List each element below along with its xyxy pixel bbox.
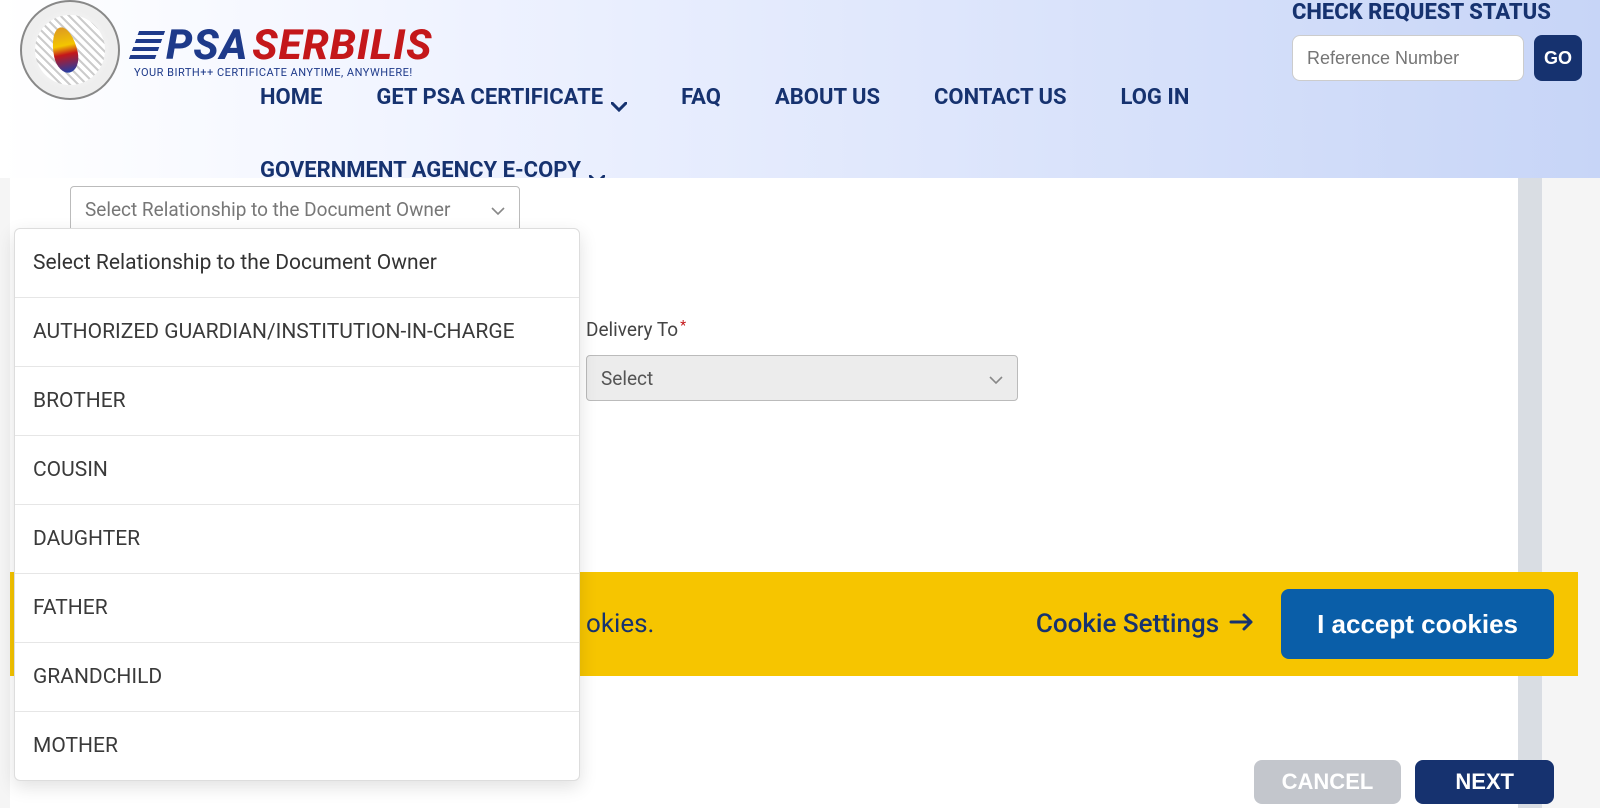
- dropdown-option[interactable]: FATHER: [15, 574, 579, 643]
- nav-contact[interactable]: CONTACT US: [934, 85, 1067, 110]
- relationship-select-placeholder: Select Relationship to the Document Owne…: [85, 198, 450, 221]
- delivery-to-select[interactable]: Select: [586, 355, 1018, 401]
- brand-psa: PSA: [166, 21, 248, 70]
- next-button[interactable]: NEXT: [1415, 760, 1554, 804]
- psa-seal-icon: [20, 0, 120, 100]
- brand-serbilis: SERBILIS: [252, 21, 432, 70]
- main-nav: HOME GET PSA CERTIFICATE FAQ ABOUT US CO…: [260, 85, 1260, 183]
- nav-about[interactable]: ABOUT US: [775, 85, 880, 110]
- nav-faq[interactable]: FAQ: [681, 85, 721, 110]
- nav-get-certificate[interactable]: GET PSA CERTIFICATE: [376, 85, 627, 110]
- brand-tagline: YOUR BIRTH++ CERTIFICATE ANYTIME, ANYWHE…: [134, 66, 433, 79]
- footer-buttons: CANCEL NEXT: [1254, 760, 1554, 804]
- dropdown-option[interactable]: AUTHORIZED GUARDIAN/INSTITUTION-IN-CHARG…: [15, 298, 579, 367]
- chevron-down-icon: [589, 166, 605, 176]
- brand-stripes-icon: [129, 31, 165, 59]
- brand-block: PSA SERBILIS YOUR BIRTH++ CERTIFICATE AN…: [134, 21, 433, 79]
- dropdown-option[interactable]: GRANDCHILD: [15, 643, 579, 712]
- accept-cookies-button[interactable]: I accept cookies: [1281, 589, 1554, 659]
- check-status-box: CHECK REQUEST STATUS GO: [1292, 0, 1582, 81]
- chevron-down-icon: [491, 198, 505, 221]
- cookie-banner-text: okies.: [586, 609, 654, 639]
- nav-login[interactable]: LOG IN: [1121, 85, 1190, 110]
- dropdown-option[interactable]: Select Relationship to the Document Owne…: [15, 229, 579, 298]
- dropdown-option[interactable]: COUSIN: [15, 436, 579, 505]
- nav-home[interactable]: HOME: [260, 85, 322, 110]
- cookie-settings-link[interactable]: Cookie Settings: [1036, 609, 1255, 639]
- chevron-down-icon: [611, 93, 627, 103]
- delivery-to-placeholder: Select: [601, 367, 653, 390]
- relationship-dropdown: Select Relationship to the Document Owne…: [14, 228, 580, 781]
- required-asterisk-icon: *: [680, 318, 686, 334]
- header: PSA SERBILIS YOUR BIRTH++ CERTIFICATE AN…: [0, 0, 1600, 178]
- check-status-title: CHECK REQUEST STATUS: [1292, 0, 1582, 25]
- cookie-settings-label: Cookie Settings: [1036, 609, 1219, 639]
- dropdown-option[interactable]: BROTHER: [15, 367, 579, 436]
- delivery-to-label: Delivery To*: [586, 318, 1600, 341]
- nav-get-certificate-label: GET PSA CERTIFICATE: [376, 85, 603, 110]
- arrow-right-icon: [1229, 609, 1255, 639]
- cancel-button[interactable]: CANCEL: [1254, 760, 1402, 804]
- relationship-select[interactable]: Select Relationship to the Document Owne…: [70, 186, 520, 232]
- go-button[interactable]: GO: [1534, 35, 1582, 81]
- dropdown-option[interactable]: MOTHER: [15, 712, 579, 780]
- dropdown-option[interactable]: DAUGHTER: [15, 505, 579, 574]
- chevron-down-icon: [989, 367, 1003, 390]
- reference-number-input[interactable]: [1292, 35, 1524, 81]
